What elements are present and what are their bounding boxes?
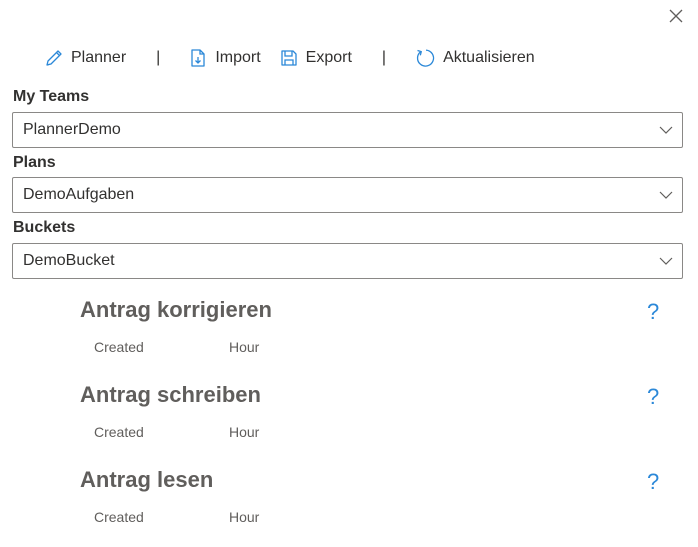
import-button[interactable]: Import <box>188 44 261 72</box>
task-title[interactable]: Antrag lesen <box>80 467 213 493</box>
task-title[interactable]: Antrag korrigieren <box>80 297 272 323</box>
plans-dropdown-value: DemoAufgaben <box>23 186 135 203</box>
task-item: Antrag lesen Created Hour ? <box>80 467 670 547</box>
task-item: Antrag schreiben Created Hour ? <box>80 382 670 462</box>
plans-label: Plans <box>13 154 56 171</box>
buckets-dropdown-value: DemoBucket <box>23 252 115 269</box>
close-icon <box>669 9 683 23</box>
task-item: Antrag korrigieren Created Hour ? <box>80 297 670 377</box>
toolbar: Planner | Import Export | Aktualisieren <box>44 44 535 72</box>
teams-label: My Teams <box>13 88 90 105</box>
buckets-dropdown[interactable]: DemoBucket <box>12 243 683 279</box>
toolbar-separator: | <box>381 49 387 66</box>
task-title[interactable]: Antrag schreiben <box>80 382 261 408</box>
task-created-label: Created <box>94 424 144 440</box>
planner-button[interactable]: Planner <box>44 44 126 72</box>
help-icon[interactable]: ? <box>647 384 659 410</box>
chevron-down-icon <box>659 257 673 265</box>
chevron-down-icon <box>659 126 673 134</box>
export-label: Export <box>305 49 352 66</box>
toolbar-separator: | <box>156 49 161 66</box>
help-icon[interactable]: ? <box>647 469 659 495</box>
teams-dropdown[interactable]: PlannerDemo <box>12 112 683 148</box>
plans-dropdown[interactable]: DemoAufgaben <box>12 177 683 213</box>
task-hour-label: Hour <box>229 509 260 525</box>
import-icon <box>191 49 205 67</box>
task-hour-label: Hour <box>229 424 260 440</box>
refresh-label: Aktualisieren <box>443 49 535 66</box>
export-button[interactable]: Export <box>279 44 352 72</box>
close-button[interactable] <box>664 4 688 28</box>
task-hour-label: Hour <box>229 339 260 355</box>
task-created-label: Created <box>94 339 144 355</box>
import-label: Import <box>215 49 261 66</box>
refresh-button[interactable]: Aktualisieren <box>414 44 535 72</box>
refresh-icon <box>417 49 435 67</box>
task-created-label: Created <box>94 509 144 525</box>
planner-label: Planner <box>71 49 127 66</box>
export-icon <box>281 50 297 66</box>
teams-dropdown-value: PlannerDemo <box>23 121 121 138</box>
buckets-label: Buckets <box>13 219 76 236</box>
chevron-down-icon <box>659 191 673 199</box>
pencil-icon <box>46 50 62 66</box>
help-icon[interactable]: ? <box>647 299 659 325</box>
